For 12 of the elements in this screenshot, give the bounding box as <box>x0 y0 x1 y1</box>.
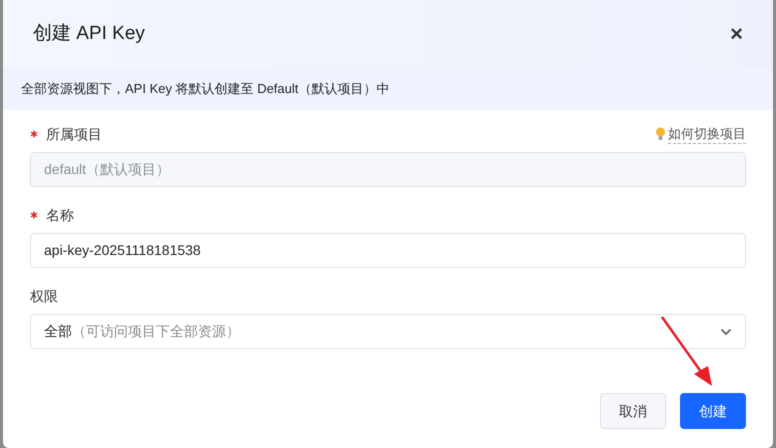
create-button[interactable]: 创建 <box>680 393 746 429</box>
cancel-button[interactable]: 取消 <box>600 393 666 429</box>
chevron-down-icon <box>720 328 732 336</box>
notice-text: 全部资源视图下，API Key 将默认创建至 Default（默认项目）中 <box>21 80 390 98</box>
field-label: 权限 <box>30 286 58 306</box>
permission-select[interactable]: 全部（可访问项目下全部资源） <box>30 314 746 349</box>
input-field[interactable]: api-key-20251118181538 <box>30 233 746 268</box>
field-label: 所属项目 <box>46 124 102 144</box>
lightbulb-icon <box>655 126 666 142</box>
field-label: 名称 <box>46 206 74 224</box>
close-button[interactable]: × <box>730 23 743 45</box>
dialog-title: 创建 API Key <box>33 22 145 46</box>
